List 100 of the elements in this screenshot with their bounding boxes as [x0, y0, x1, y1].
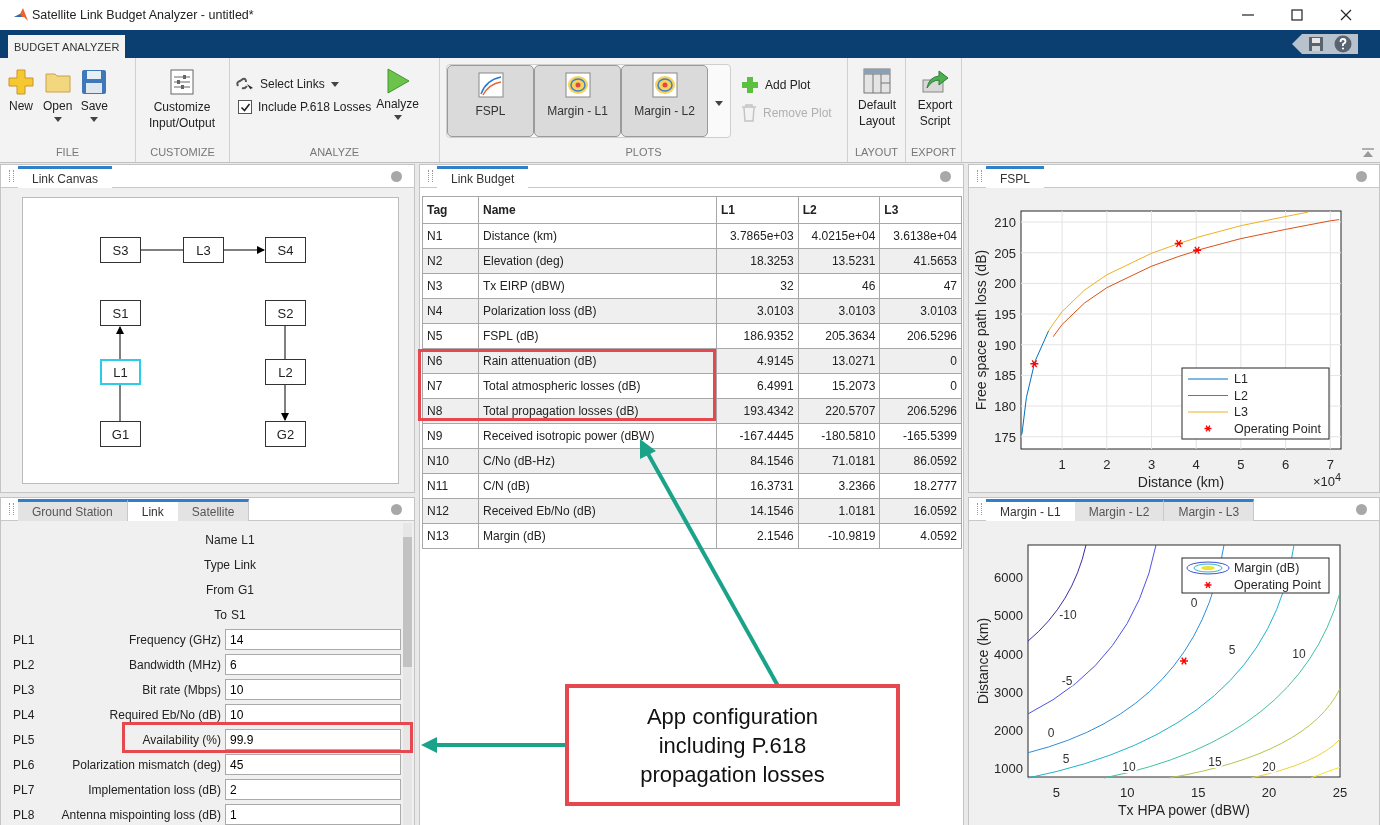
maximize-icon[interactable] [1290, 8, 1304, 22]
input-field[interactable]: 99.9 [225, 729, 401, 750]
column-header[interactable]: L1 [716, 196, 799, 224]
table-cell: N11 [422, 473, 479, 499]
panel-tab[interactable]: FSPL [986, 166, 1044, 188]
table-cell: 206.5296 [879, 323, 962, 349]
grip-icon[interactable] [428, 170, 433, 182]
table-cell: 16.0592 [879, 498, 962, 524]
section-label: CUSTOMIZE [149, 146, 216, 160]
analyze-button[interactable]: Analyze [373, 66, 422, 122]
diagram-node[interactable]: S2 [265, 300, 306, 326]
panel-tab[interactable]: Link Budget [437, 166, 529, 188]
callout-text: App configuration including P.618 propagation losses [639, 702, 826, 789]
grip-icon[interactable] [977, 503, 982, 515]
diagram-node[interactable]: G2 [265, 421, 306, 447]
x-tick-label: 6 [1281, 457, 1290, 472]
diagram-node[interactable]: S4 [265, 237, 306, 263]
help-icon[interactable] [1334, 35, 1352, 53]
property-value: S1 [231, 607, 246, 622]
panel-tab[interactable]: Link [127, 499, 178, 521]
grip-icon[interactable] [9, 170, 14, 182]
input-field[interactable]: 14 [225, 629, 401, 650]
input-field[interactable]: 2 [225, 779, 401, 800]
diagram-node[interactable]: L1 [100, 359, 141, 385]
save-icon[interactable] [1308, 36, 1324, 52]
column-header[interactable]: Name [478, 196, 717, 224]
panel-menu-icon[interactable] [391, 504, 402, 515]
legend-label: L2 [1234, 388, 1248, 403]
table-cell: 47 [879, 273, 962, 299]
table-cell: 6.4991 [716, 373, 799, 399]
panel-tab[interactable]: Margin - L3 [1164, 499, 1255, 521]
default-layout-button[interactable]: Default Layout [852, 66, 902, 131]
plus-icon [741, 76, 759, 94]
toolstrip-button[interactable]: New [4, 66, 38, 115]
table-cell: Margin (dB) [478, 523, 717, 549]
contour-label: 10 [1292, 646, 1306, 661]
parameter-label: Availability (%) [141, 732, 222, 747]
x-tick-label: 5 [1237, 457, 1245, 472]
diagram-node[interactable]: L2 [265, 359, 306, 385]
caret-icon [715, 100, 723, 106]
section-label: FILE [54, 146, 81, 160]
gallery-item[interactable]: FSPL [447, 65, 534, 137]
close-icon[interactable] [1339, 8, 1353, 22]
x-tick-label: 7 [1326, 457, 1334, 472]
table-cell: Elevation (deg) [478, 248, 717, 274]
panel-tab[interactable]: Satellite [177, 499, 250, 521]
diagram-node[interactable]: S3 [100, 237, 141, 263]
parameter-label: Bit rate (Mbps) [141, 682, 222, 697]
scrollbar[interactable] [403, 523, 412, 825]
panel-menu-icon[interactable] [391, 171, 402, 182]
diagram-node[interactable]: L3 [183, 237, 224, 263]
diagram-node[interactable]: S1 [100, 300, 141, 326]
y-tick-label: 200 [994, 276, 1016, 292]
table-cell: 14.1546 [716, 498, 799, 524]
y-tick-label: 5000 [994, 608, 1023, 624]
input-field[interactable]: 10 [225, 679, 401, 700]
legend-label: Operating Point [1234, 421, 1321, 436]
parameter-tag: PL2 [1, 657, 53, 672]
legend-line [1187, 395, 1229, 396]
grip-icon[interactable] [977, 170, 982, 182]
panel-menu-icon[interactable] [1356, 171, 1367, 182]
table-cell: -180.5810 [798, 423, 880, 449]
panel-tab[interactable]: Margin - L1 [986, 499, 1075, 521]
export-script-button[interactable]: Export Script [910, 66, 960, 131]
legend-line [1187, 378, 1229, 380]
panel-tab[interactable]: Margin - L2 [1074, 499, 1165, 521]
panel-menu-icon[interactable] [940, 171, 951, 182]
y-tick-label: 205 [994, 245, 1016, 261]
gallery-item[interactable]: Margin - L2 [621, 65, 708, 137]
table-cell: Total atmospheric losses (dB) [478, 373, 717, 399]
property-value: G1 [238, 582, 254, 597]
input-field[interactable]: 6 [225, 654, 401, 675]
scrollbar-thumb[interactable] [403, 537, 412, 667]
select-links-dropdown[interactable]: Select Links [234, 74, 372, 94]
collapse-icon[interactable] [1362, 148, 1374, 158]
customize-button[interactable]: Customize Input/Output [140, 66, 224, 133]
checkbox[interactable] [238, 100, 252, 114]
add-plot-button[interactable]: Add Plot [739, 74, 834, 96]
column-header[interactable]: L2 [798, 196, 880, 224]
column-header[interactable]: Tag [422, 196, 479, 224]
input-field[interactable]: 45 [225, 754, 401, 775]
toolstrip-button[interactable]: Save [77, 66, 112, 124]
section-label: EXPORT [910, 146, 957, 160]
toolstrip-button[interactable]: Open [40, 66, 76, 124]
column-header[interactable]: L3 [879, 196, 962, 224]
ribbon-tab[interactable]: BUDGET ANALYZER [8, 35, 126, 58]
gallery-item[interactable]: Margin - L1 [534, 65, 621, 137]
panel-tab[interactable]: Ground Station [18, 499, 128, 521]
y-tick-label: 4000 [994, 646, 1023, 662]
table-cell: 3.0103 [798, 298, 880, 324]
table-cell: 205.3634 [798, 323, 880, 349]
panel-tab[interactable]: Link Canvas [18, 166, 113, 188]
input-field[interactable]: 1 [225, 804, 401, 825]
section-label: PLOTS [624, 146, 663, 160]
grip-icon[interactable] [9, 503, 14, 515]
diagram-node[interactable]: G1 [100, 421, 141, 447]
property-label: From [206, 582, 234, 597]
panel-menu-icon[interactable] [1356, 504, 1367, 515]
contour-label: 10 [1122, 760, 1136, 775]
table-cell: N2 [422, 248, 479, 274]
